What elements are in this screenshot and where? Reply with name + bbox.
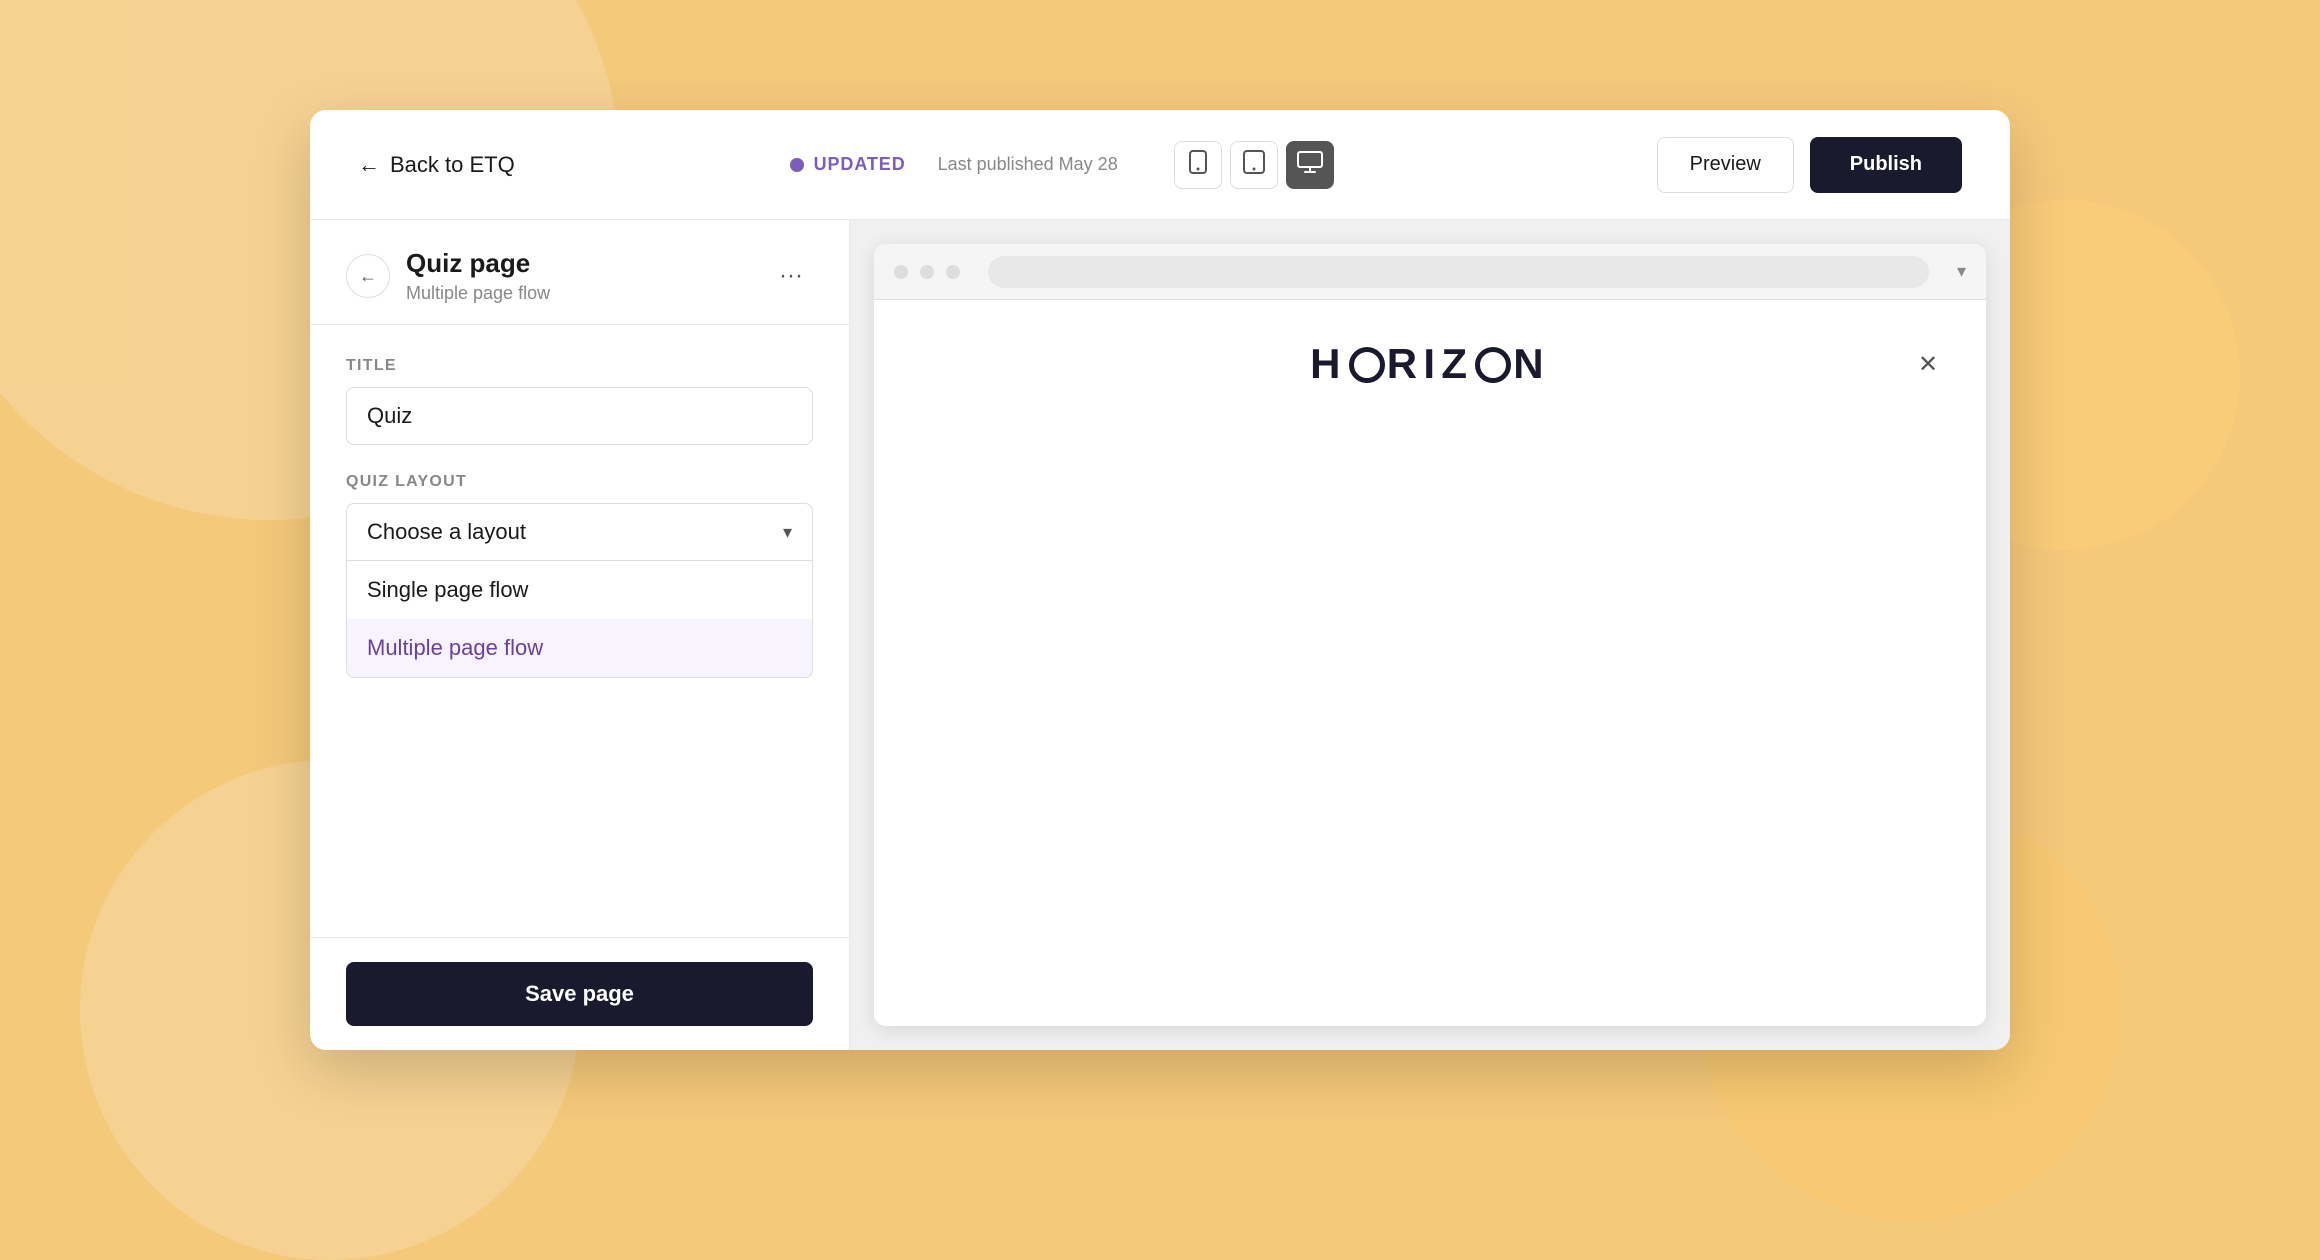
back-label: Back to ETQ (390, 152, 515, 178)
sidebar-footer: Save page (310, 937, 849, 1050)
browser-dot-2 (920, 265, 934, 279)
sidebar-menu-button[interactable]: ··· (769, 254, 813, 298)
sidebar-back-button[interactable]: ← (346, 254, 390, 298)
dropdown-item-multiple-page[interactable]: Multiple page flow (347, 619, 812, 677)
dropdown-menu: Single page flow Multiple page flow (346, 561, 813, 678)
desktop-view-button[interactable] (1286, 141, 1334, 189)
back-arrow-icon: ← (358, 152, 380, 178)
browser-dot-1 (894, 265, 908, 279)
status-indicator: UPDATED (790, 154, 906, 175)
publish-button[interactable]: Publish (1810, 137, 1962, 193)
chevron-down-icon: ▾ (783, 522, 792, 543)
browser-address-bar[interactable] (988, 256, 1929, 288)
tablet-icon (1243, 150, 1265, 180)
browser-dot-3 (946, 265, 960, 279)
top-bar-center: UPDATED Last published May 28 (515, 141, 1609, 189)
back-to-etq-button[interactable]: ← Back to ETQ (358, 152, 515, 178)
title-field-label: TITLE (346, 357, 813, 375)
mobile-icon (1189, 150, 1207, 180)
sidebar-subtitle: Multiple page flow (406, 283, 753, 304)
brand-header: HRIZN ✕ (914, 340, 1946, 388)
browser-dropdown-icon[interactable]: ▾ (1957, 261, 1966, 282)
sidebar-back-icon: ← (359, 266, 377, 287)
browser-content: HRIZN ✕ (874, 300, 1986, 1026)
top-bar-actions: Preview Publish (1657, 137, 1962, 193)
dropdown-item-single-page[interactable]: Single page flow (347, 561, 812, 619)
dropdown-selected-label: Choose a layout (367, 519, 526, 545)
quiz-layout-dropdown: Choose a layout ▾ Single page flow Multi… (346, 503, 813, 678)
sidebar: ← Quiz page Multiple page flow ··· TITLE… (310, 220, 850, 1050)
sidebar-header: ← Quiz page Multiple page flow ··· (310, 220, 849, 325)
status-text: UPDATED (814, 154, 906, 175)
status-dot (790, 158, 804, 172)
main-window: ← Back to ETQ UPDATED Last published May… (310, 110, 2010, 1050)
title-input[interactable] (346, 387, 813, 445)
save-page-button[interactable]: Save page (346, 962, 813, 1026)
preview-button[interactable]: Preview (1657, 137, 1794, 193)
last-published-text: Last published May 28 (938, 154, 1118, 175)
browser-chrome: ▾ HRIZN ✕ (874, 244, 1986, 1026)
sidebar-body: TITLE QUIZ LAYOUT Choose a layout ▾ Sing… (310, 325, 849, 937)
brand-logo: HRIZN (1310, 340, 1550, 388)
device-icons-group (1174, 141, 1334, 189)
dropdown-item-label: Single page flow (367, 577, 528, 603)
dropdown-item-label: Multiple page flow (367, 635, 543, 661)
content-area: ← Quiz page Multiple page flow ··· TITLE… (310, 220, 2010, 1050)
dropdown-trigger[interactable]: Choose a layout ▾ (346, 503, 813, 561)
close-preview-button[interactable]: ✕ (1910, 346, 1946, 382)
browser-top-bar: ▾ (874, 244, 1986, 300)
mobile-view-button[interactable] (1174, 141, 1222, 189)
brand-o-shape-2 (1475, 347, 1511, 383)
desktop-icon (1297, 151, 1323, 179)
sidebar-title: Quiz page (406, 248, 753, 279)
quiz-layout-label: QUIZ LAYOUT (346, 473, 813, 491)
sidebar-title-block: Quiz page Multiple page flow (406, 248, 753, 304)
preview-panel: ▾ HRIZN ✕ (850, 220, 2010, 1050)
brand-o-shape (1349, 347, 1385, 383)
tablet-view-button[interactable] (1230, 141, 1278, 189)
ellipsis-icon: ··· (779, 262, 803, 290)
top-bar: ← Back to ETQ UPDATED Last published May… (310, 110, 2010, 220)
